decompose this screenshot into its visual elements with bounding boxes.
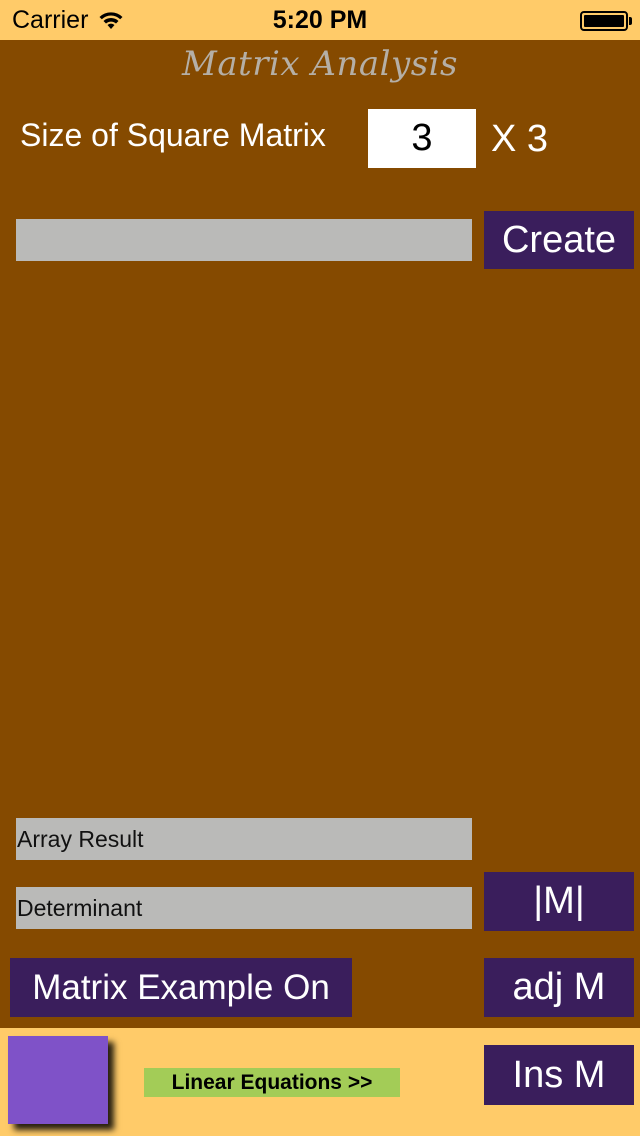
inverse-button[interactable]: Ins M xyxy=(484,1045,634,1105)
matrix-example-toggle-button[interactable]: Matrix Example On xyxy=(10,958,352,1017)
matrix-size-suffix: X 3 xyxy=(491,118,549,160)
battery-tip xyxy=(629,17,632,25)
battery-icon xyxy=(580,11,628,31)
matrix-size-input[interactable] xyxy=(368,109,476,168)
app-title: Matrix Analysis xyxy=(182,44,458,84)
matrix-input-field[interactable] xyxy=(16,219,472,261)
determinant-button[interactable]: |M| xyxy=(484,872,634,931)
array-result-field: Array Result xyxy=(16,818,472,860)
purple-square-button[interactable] xyxy=(8,1036,108,1124)
adjoint-button[interactable]: adj M xyxy=(484,958,634,1017)
determinant-field: Determinant xyxy=(16,887,472,929)
create-button[interactable]: Create xyxy=(484,211,634,269)
linear-equations-link[interactable]: Linear Equations >> xyxy=(144,1068,400,1097)
matrix-size-label: Size of Square Matrix xyxy=(20,117,326,153)
status-time: 5:20 PM xyxy=(272,6,368,34)
